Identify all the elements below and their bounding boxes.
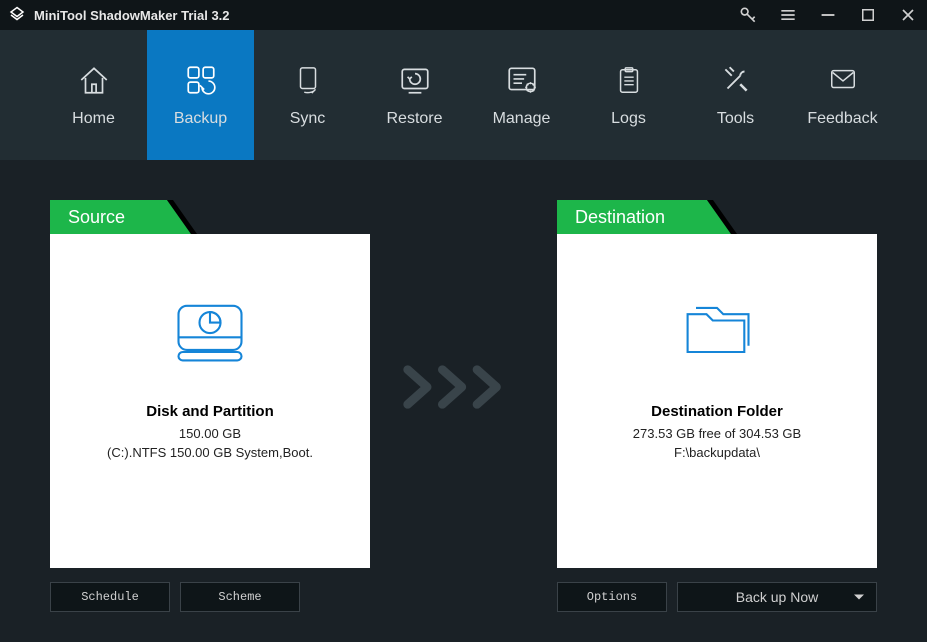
- destination-space: 273.53 GB free of 304.53 GB: [633, 426, 801, 441]
- folder-icon: [675, 289, 759, 373]
- nav-backup[interactable]: Backup: [147, 30, 254, 160]
- content-area: Source Disk and Partition 150.00 GB (C:)…: [0, 160, 927, 612]
- backup-icon: [183, 62, 219, 98]
- source-button-row: Schedule Scheme: [50, 582, 370, 612]
- nav-manage[interactable]: Manage: [468, 30, 575, 160]
- app-logo-icon: [8, 6, 26, 24]
- destination-button-row: Options Back up Now: [557, 582, 877, 612]
- sync-icon: [290, 62, 326, 98]
- navbar: Home Backup Sync Restore Manage Logs T: [0, 30, 927, 160]
- destination-header: Destination: [557, 200, 877, 234]
- tools-icon: [718, 62, 754, 98]
- key-icon[interactable]: [737, 4, 759, 26]
- nav-sync[interactable]: Sync: [254, 30, 361, 160]
- destination-title: Destination Folder: [651, 403, 783, 420]
- nav-label: Tools: [717, 110, 754, 128]
- nav-restore[interactable]: Restore: [361, 30, 468, 160]
- schedule-button[interactable]: Schedule: [50, 582, 170, 612]
- source-size: 150.00 GB: [179, 426, 241, 441]
- chevrons-icon: [399, 365, 529, 409]
- nav-feedback[interactable]: Feedback: [789, 30, 896, 160]
- feedback-icon: [825, 62, 861, 98]
- disk-icon: [168, 289, 252, 373]
- chevron-down-icon: [854, 595, 864, 600]
- nav-logs[interactable]: Logs: [575, 30, 682, 160]
- home-icon: [76, 62, 112, 98]
- source-detail: (C:).NTFS 150.00 GB System,Boot.: [107, 445, 313, 460]
- minimize-button[interactable]: [817, 4, 839, 26]
- destination-column: Destination Destination Folder 273.53 GB…: [557, 200, 877, 612]
- nav-label: Restore: [386, 110, 442, 128]
- nav-tools[interactable]: Tools: [682, 30, 789, 160]
- titlebar-controls: [737, 4, 919, 26]
- nav-home[interactable]: Home: [40, 30, 147, 160]
- nav-label: Sync: [290, 110, 326, 128]
- arrow-indicator: [370, 200, 557, 409]
- app-title: MiniTool ShadowMaker Trial 3.2: [34, 8, 737, 23]
- restore-icon: [397, 62, 433, 98]
- titlebar: MiniTool ShadowMaker Trial 3.2: [0, 0, 927, 30]
- backup-now-label: Back up Now: [736, 589, 818, 605]
- source-header-label: Source: [50, 200, 143, 234]
- source-card[interactable]: Disk and Partition 150.00 GB (C:).NTFS 1…: [50, 234, 370, 568]
- nav-label: Logs: [611, 110, 646, 128]
- source-title: Disk and Partition: [146, 403, 274, 420]
- destination-header-label: Destination: [557, 200, 683, 234]
- source-header: Source: [50, 200, 370, 234]
- menu-icon[interactable]: [777, 4, 799, 26]
- manage-icon: [504, 62, 540, 98]
- logs-icon: [611, 62, 647, 98]
- nav-label: Manage: [493, 110, 551, 128]
- backup-now-button[interactable]: Back up Now: [677, 582, 877, 612]
- options-button[interactable]: Options: [557, 582, 667, 612]
- source-column: Source Disk and Partition 150.00 GB (C:)…: [50, 200, 370, 612]
- nav-label: Home: [72, 110, 115, 128]
- nav-label: Backup: [174, 110, 227, 128]
- destination-card[interactable]: Destination Folder 273.53 GB free of 304…: [557, 234, 877, 568]
- close-button[interactable]: [897, 4, 919, 26]
- scheme-button[interactable]: Scheme: [180, 582, 300, 612]
- nav-label: Feedback: [807, 110, 877, 128]
- maximize-button[interactable]: [857, 4, 879, 26]
- destination-path: F:\backupdata\: [674, 445, 760, 460]
